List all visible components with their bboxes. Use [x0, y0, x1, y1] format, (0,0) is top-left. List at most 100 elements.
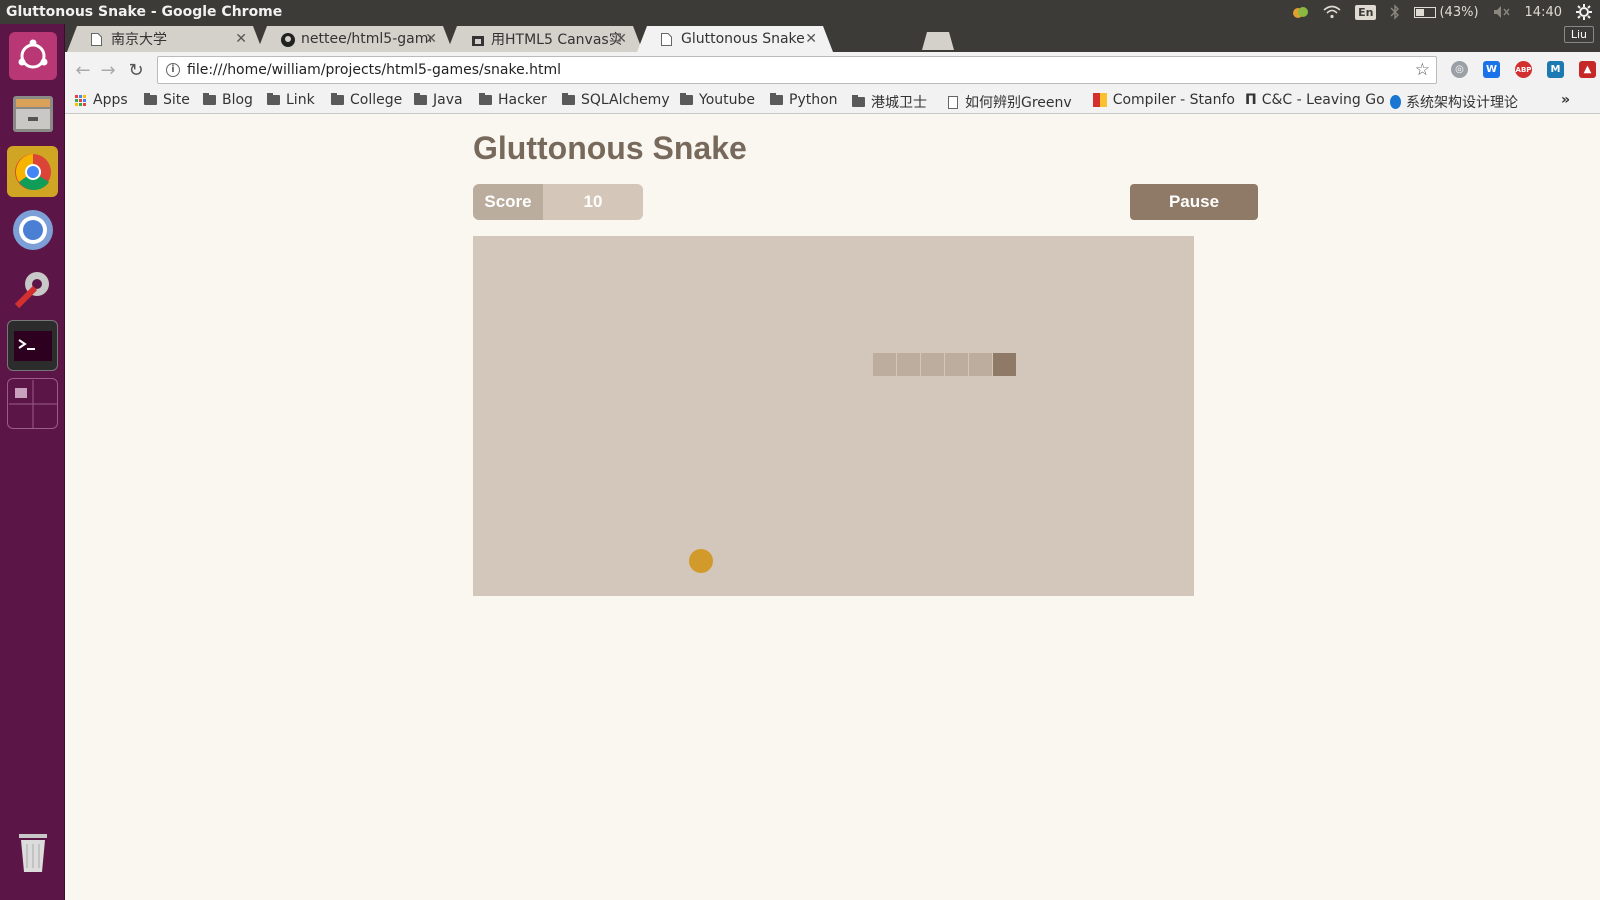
bookmark-youtube[interactable]: Youtube	[680, 92, 755, 108]
folder-icon	[770, 93, 783, 105]
bookmark-sqlalchemy[interactable]: SQLAlchemy	[562, 92, 670, 108]
trash-icon[interactable]	[7, 826, 58, 877]
bookmark-hacker[interactable]: Hacker	[479, 92, 547, 108]
folder-icon	[479, 93, 492, 105]
profile-button[interactable]: Liu	[1563, 26, 1594, 43]
launcher	[0, 24, 65, 900]
score-value: 10	[543, 184, 643, 220]
tab-title: 用HTML5 Canvas实	[491, 32, 621, 48]
page-content: Gluttonous Snake Score 10 Pause	[65, 114, 1600, 900]
volume-muted-icon[interactable]	[1493, 5, 1511, 19]
game-board[interactable]	[473, 236, 1194, 596]
bookmark-star-icon[interactable]: ☆	[1415, 60, 1430, 80]
snake-body-segment	[969, 353, 992, 376]
site-icon	[1390, 95, 1401, 109]
bookmark-link[interactable]: Link	[267, 92, 315, 108]
site-info-icon[interactable]: i	[166, 63, 180, 77]
close-tab-icon[interactable]: ✕	[235, 31, 247, 47]
tab-title: nettee/html5-game	[301, 31, 431, 47]
extension-w-icon[interactable]: W	[1483, 61, 1500, 78]
pause-button[interactable]: Pause	[1130, 184, 1258, 220]
bookmark-greenvpn[interactable]: 如何辨别Greenv	[948, 92, 1073, 112]
bookmark-site[interactable]: Site	[144, 92, 190, 108]
files-icon[interactable]	[7, 88, 58, 139]
weather-indicator-icon[interactable]	[1291, 4, 1309, 20]
bookmark-cc-leaving-go[interactable]: Π C&C - Leaving Go	[1245, 92, 1385, 108]
extension-m-icon[interactable]: M	[1547, 61, 1564, 78]
url-text[interactable]: file:///home/william/projects/html5-game…	[187, 62, 561, 78]
bookmark-label: 港城卫士	[871, 95, 927, 111]
tab-canvas-article[interactable]: 用HTML5 Canvas实 ✕	[447, 26, 643, 52]
bookmark-gangcheng[interactable]: 港城卫士	[852, 92, 927, 112]
bookmark-label: Site	[163, 92, 190, 108]
input-method-indicator[interactable]: En	[1355, 4, 1377, 20]
close-tab-icon[interactable]: ✕	[615, 31, 627, 47]
tab-github[interactable]: nettee/html5-game ✕	[257, 26, 453, 52]
top-panel: Gluttonous Snake - Google Chrome En (43%…	[0, 0, 1600, 24]
tab-title: Gluttonous Snake	[681, 31, 805, 47]
snake-body-segment	[921, 353, 944, 376]
clock[interactable]: 14:40	[1525, 5, 1562, 20]
bookmark-label: College	[350, 92, 403, 108]
back-arrow-icon[interactable]: ←	[70, 57, 96, 83]
apps-grid-icon	[75, 94, 86, 106]
close-tab-icon[interactable]: ✕	[805, 31, 817, 47]
github-icon	[281, 33, 294, 46]
bookmark-label: Python	[789, 92, 838, 108]
bookmarks-bar: Apps Site Blog Link College Java Hacker …	[65, 88, 1600, 114]
bookmark-blog[interactable]: Blog	[203, 92, 253, 108]
tab-gluttonous-snake[interactable]: Gluttonous Snake ✕	[637, 26, 833, 52]
bookmark-apps[interactable]: Apps	[75, 92, 128, 108]
close-tab-icon[interactable]: ✕	[425, 31, 437, 47]
pi-icon: Π	[1245, 92, 1257, 108]
adblock-plus-icon[interactable]: ABP	[1515, 61, 1532, 78]
bookmark-label: SQLAlchemy	[581, 92, 670, 108]
tab-strip: 南京大学 ✕ nettee/html5-game ✕ 用HTML5 Canvas…	[65, 24, 1600, 52]
ubuntu-dash-icon[interactable]	[7, 30, 58, 81]
bookmark-python[interactable]: Python	[770, 92, 838, 108]
indicator-area: En (43%) 14:40	[1291, 4, 1592, 20]
address-bar[interactable]: i file:///home/william/projects/html5-ga…	[157, 56, 1437, 84]
score-box: Score 10	[473, 184, 643, 220]
system-settings-icon[interactable]	[7, 262, 58, 313]
workspace-switcher-icon[interactable]	[7, 378, 58, 429]
tab-nju[interactable]: 南京大学 ✕	[67, 26, 263, 52]
folder-icon	[680, 93, 693, 105]
bookmark-label: Link	[286, 92, 315, 108]
battery-icon	[1414, 6, 1437, 18]
bookmark-compiler-stanford[interactable]: Compiler - Stanfo	[1093, 92, 1235, 108]
game-title: Gluttonous Snake	[473, 130, 747, 166]
snake-body-segment	[873, 353, 896, 376]
terminal-icon[interactable]	[7, 320, 58, 371]
bookmark-label: Java	[433, 92, 463, 108]
bookmark-label: 如何辨别Greenv	[965, 95, 1072, 111]
battery-indicator[interactable]: (43%)	[1414, 4, 1479, 20]
window-title: Gluttonous Snake - Google Chrome	[6, 4, 283, 20]
bookmarks-overflow-button[interactable]: »	[1561, 92, 1570, 108]
score-label: Score	[473, 184, 543, 220]
page-icon	[948, 95, 958, 109]
extension-red-icon[interactable]: ▲	[1579, 61, 1596, 78]
bookmark-college[interactable]: College	[331, 92, 402, 108]
extension-compass-icon[interactable]: ◎	[1451, 61, 1468, 78]
battery-percent: (43%)	[1439, 4, 1479, 20]
bookmark-label: Blog	[222, 92, 253, 108]
bookmark-system-architecture[interactable]: 系统架构设计理论	[1390, 92, 1518, 112]
chrome-icon[interactable]	[7, 146, 58, 197]
reload-icon[interactable]: ↻	[123, 57, 149, 83]
site-icon	[471, 33, 484, 46]
forward-arrow-icon[interactable]: →	[95, 57, 121, 83]
tab-title: 南京大学	[111, 32, 167, 48]
wifi-icon[interactable]	[1323, 5, 1341, 19]
chromium-icon[interactable]	[7, 204, 58, 255]
site-icon	[1093, 93, 1107, 107]
bluetooth-icon[interactable]	[1390, 4, 1400, 20]
bookmark-label: C&C - Leaving Go	[1261, 92, 1385, 108]
snake-head	[993, 353, 1016, 376]
bookmark-java[interactable]: Java	[414, 92, 463, 108]
page-icon	[91, 33, 104, 46]
new-tab-button[interactable]	[922, 32, 954, 50]
session-gear-icon[interactable]	[1576, 4, 1592, 20]
browser-toolbar: ← → ↻ i file:///home/william/projects/ht…	[65, 52, 1600, 88]
bookmark-label: Apps	[93, 92, 128, 108]
